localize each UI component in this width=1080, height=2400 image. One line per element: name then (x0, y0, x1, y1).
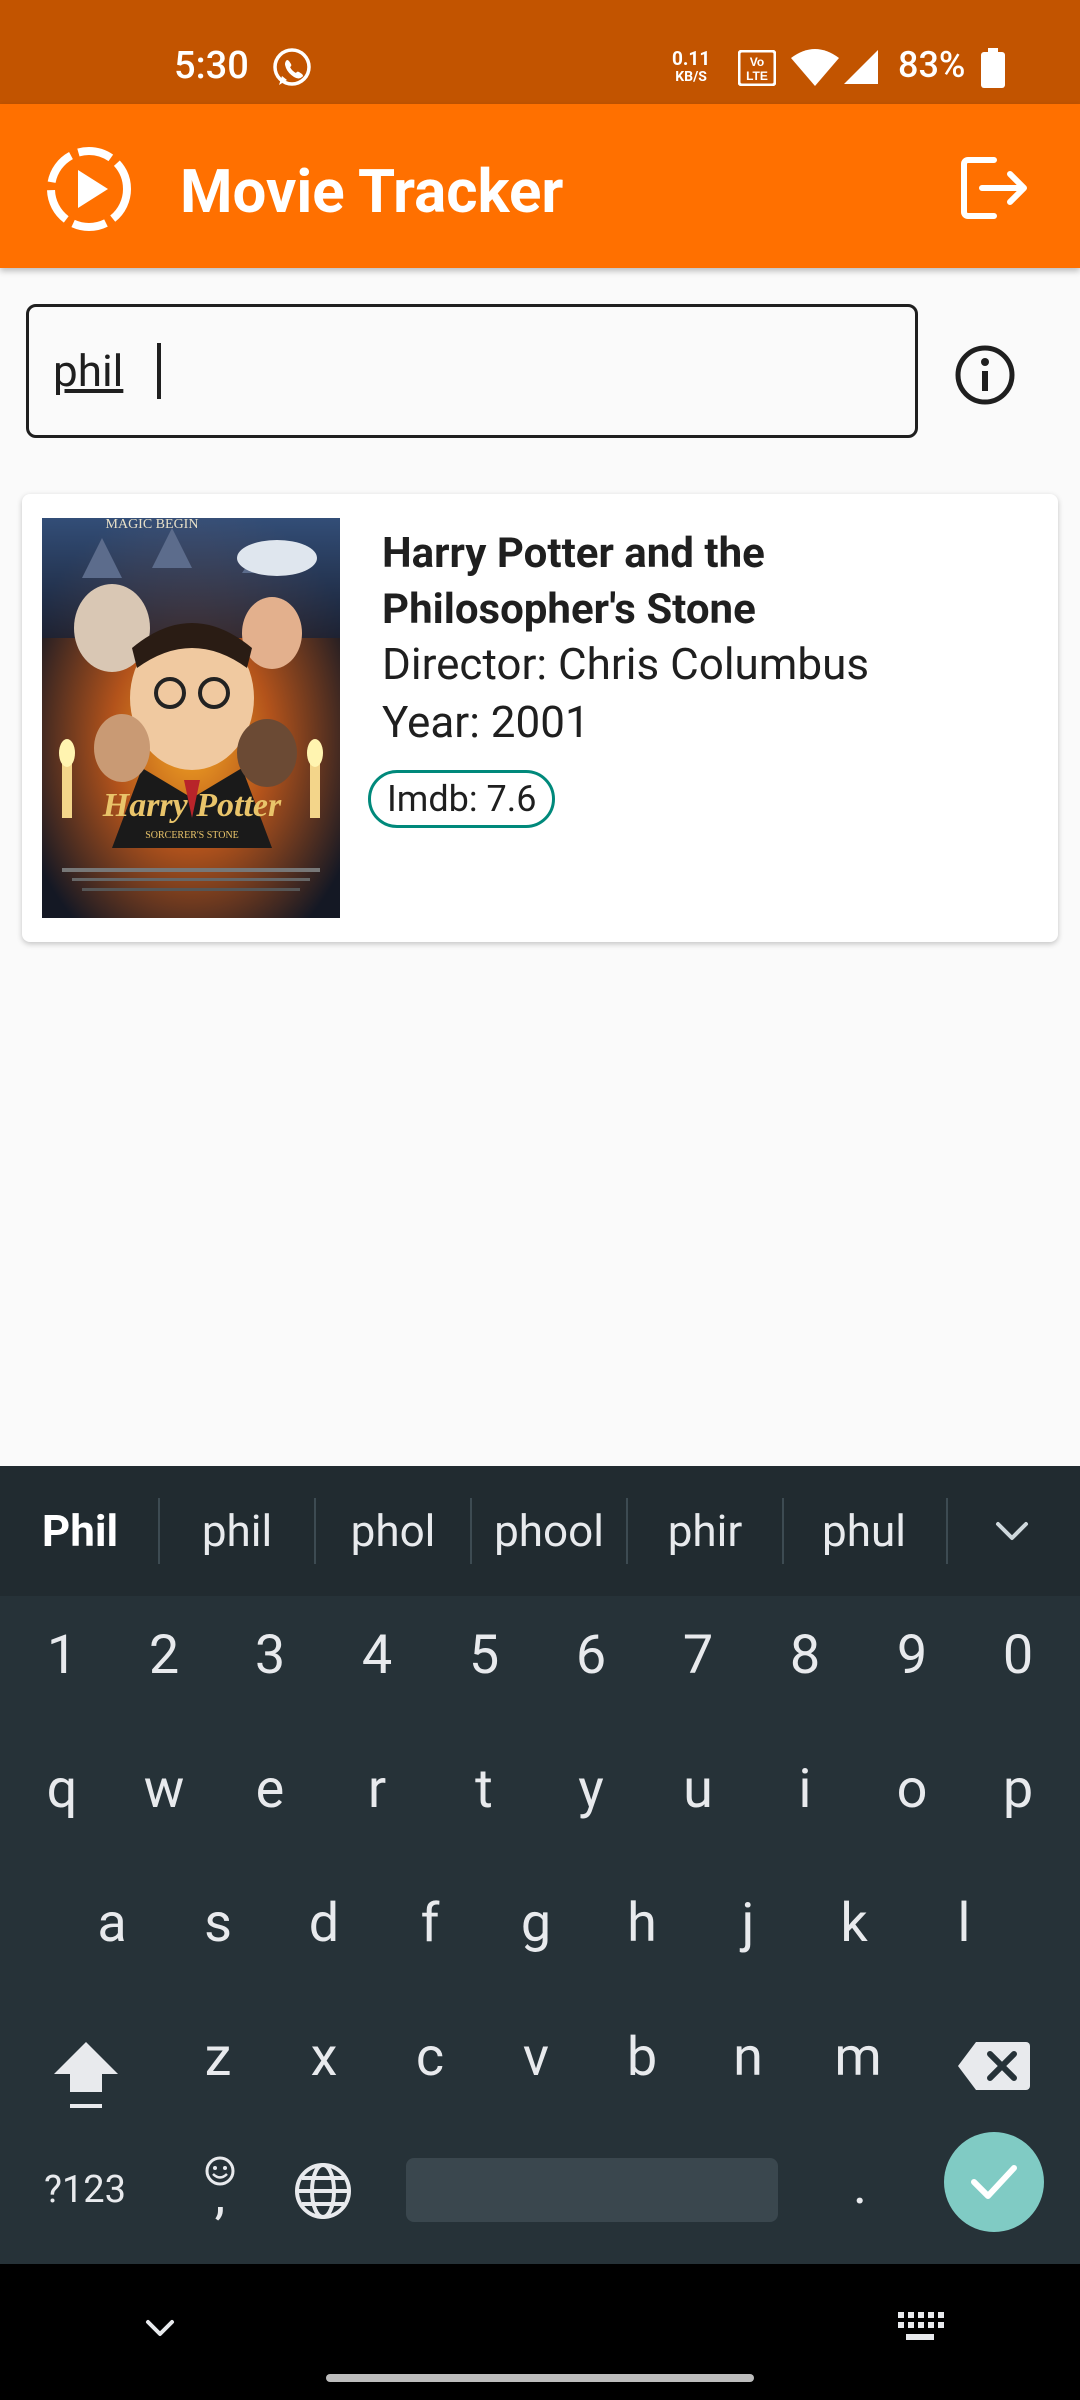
text-caret (157, 343, 161, 399)
divider (946, 1498, 948, 1564)
key-o[interactable]: o (862, 1730, 962, 1850)
space-key[interactable] (406, 2158, 778, 2222)
check-icon (971, 2165, 1017, 2199)
key-9[interactable]: 9 (862, 1596, 962, 1716)
key-5[interactable]: 5 (434, 1596, 534, 1716)
key-j[interactable]: j (698, 1864, 798, 1984)
key-b[interactable]: b (592, 1998, 692, 2118)
movie-year: Year: 2001 (382, 696, 590, 748)
gesture-handle[interactable] (326, 2374, 754, 2382)
key-w[interactable]: w (114, 1730, 214, 1850)
suggestion-item[interactable]: phul (784, 1466, 944, 1596)
imdb-rating-chip: Imdb: 7.6 (368, 770, 556, 828)
battery-icon (981, 48, 1005, 88)
key-h[interactable]: h (592, 1864, 692, 1984)
key-6[interactable]: 6 (541, 1596, 641, 1716)
period-key[interactable]: . (810, 2126, 910, 2236)
svg-text:LTE: LTE (746, 69, 768, 83)
key-r[interactable]: r (327, 1730, 427, 1850)
key-y[interactable]: y (541, 1730, 641, 1850)
key-a[interactable]: a (62, 1864, 162, 1984)
key-f[interactable]: f (380, 1864, 480, 1984)
volte-icon: Vo LTE (738, 50, 776, 86)
key-d[interactable]: d (274, 1864, 374, 1984)
whatsapp-icon (273, 48, 311, 86)
key-3[interactable]: 3 (220, 1596, 320, 1716)
network-speed: 0.11 KB/S (672, 47, 711, 85)
key-7[interactable]: 7 (648, 1596, 748, 1716)
key-e[interactable]: e (220, 1730, 320, 1850)
key-n[interactable]: n (698, 1998, 798, 2118)
wifi-icon (791, 49, 839, 86)
app-bar: Movie Tracker (0, 104, 1080, 268)
system-nav-bar (0, 2264, 1080, 2400)
suggestion-bar: Phil phil phol phool phir phul (0, 1466, 1080, 1596)
movie-poster: MAGIC BEGIN Harry Potter SORCERER'S STON… (42, 518, 340, 918)
key-p[interactable]: p (968, 1730, 1068, 1850)
key-l[interactable]: l (914, 1864, 1014, 1984)
hide-keyboard-icon[interactable] (140, 2314, 180, 2344)
poster-top-text: MAGIC BEGIN (106, 518, 199, 532)
info-icon[interactable] (954, 344, 1016, 406)
key-1[interactable]: 1 (12, 1596, 112, 1716)
key-i[interactable]: i (755, 1730, 855, 1850)
key-2[interactable]: 2 (114, 1596, 214, 1716)
key-q[interactable]: q (12, 1730, 112, 1850)
chevron-down-icon[interactable] (990, 1512, 1034, 1552)
suggestion-item[interactable]: phool (472, 1466, 626, 1596)
key-u[interactable]: u (648, 1730, 748, 1850)
key-k[interactable]: k (804, 1864, 904, 1984)
poster-image: MAGIC BEGIN Harry Potter SORCERER'S STON… (42, 518, 340, 918)
key-v[interactable]: v (486, 1998, 586, 2118)
key-z[interactable]: z (168, 1998, 268, 2118)
suggestion-item[interactable]: Phil (0, 1466, 160, 1596)
key-8[interactable]: 8 (755, 1596, 855, 1716)
movie-director: Director: Chris Columbus (382, 638, 870, 690)
search-input[interactable] (53, 341, 873, 401)
poster-subtitle-text: SORCERER'S STONE (145, 830, 239, 841)
key-s[interactable]: s (168, 1864, 268, 1984)
status-bar: 5:30 0.11 KB/S Vo LTE 83% (0, 0, 1080, 104)
suggestion-item[interactable]: phir (628, 1466, 782, 1596)
key-x[interactable]: x (274, 1998, 374, 2118)
backspace-icon[interactable] (956, 2038, 1032, 2094)
shift-icon[interactable] (50, 2034, 122, 2114)
key-g[interactable]: g (486, 1864, 586, 1984)
key-t[interactable]: t (434, 1730, 534, 1850)
symbols-key[interactable]: ?123 (20, 2130, 150, 2250)
battery-percent: 83% (898, 44, 966, 86)
key-0[interactable]: 0 (968, 1596, 1068, 1716)
app-title: Movie Tracker (180, 156, 564, 227)
key-4[interactable]: 4 (327, 1596, 427, 1716)
svg-text:Vo: Vo (750, 55, 764, 69)
soft-keyboard: Phil phil phol phool phir phul 1 2 3 4 5… (0, 1466, 1080, 2264)
search-field[interactable] (26, 304, 918, 438)
logout-icon[interactable] (960, 156, 1032, 220)
key-m[interactable]: m (808, 1998, 908, 2118)
comma-key[interactable]: , (170, 2166, 270, 2246)
key-c[interactable]: c (380, 1998, 480, 2118)
signal-icon (844, 50, 878, 84)
keyboard-switch-icon[interactable] (896, 2310, 944, 2344)
status-time: 5:30 (174, 44, 249, 88)
movie-card[interactable]: MAGIC BEGIN Harry Potter SORCERER'S STON… (22, 494, 1058, 942)
movie-title: Harry Potter and the Philosopher's Stone (382, 529, 765, 634)
enter-key[interactable] (944, 2132, 1044, 2232)
suggestion-item[interactable]: phol (316, 1466, 470, 1596)
play-logo-icon (47, 147, 131, 231)
globe-icon[interactable] (292, 2160, 354, 2222)
suggestion-item[interactable]: phil (160, 1466, 314, 1596)
poster-title-text: Harry Potter (102, 787, 282, 824)
